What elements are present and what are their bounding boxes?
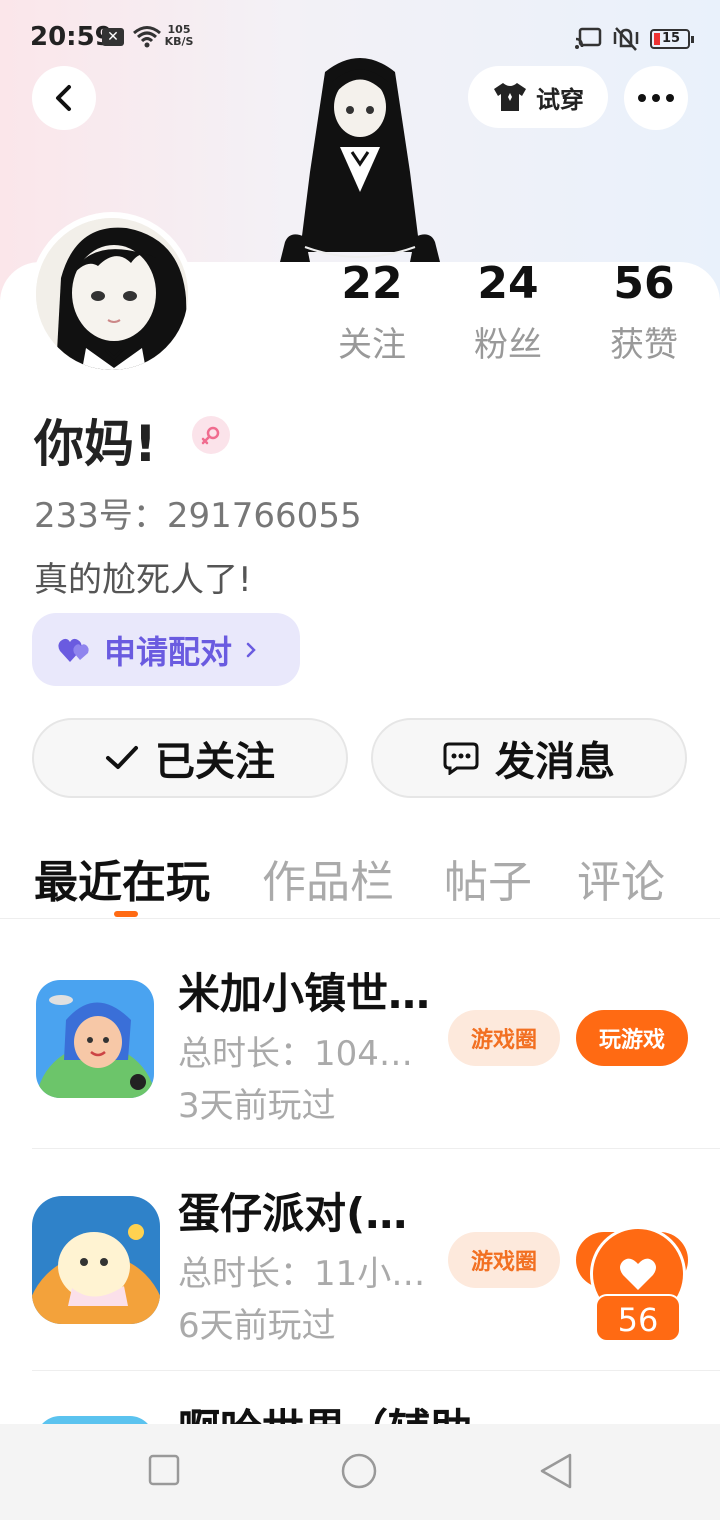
tab-recently-played[interactable]: 最近在玩 xyxy=(34,846,210,910)
send-message-label: 发消息 xyxy=(495,739,615,785)
status-time: 20:59 xyxy=(30,22,113,52)
tab-comments[interactable]: 评论 xyxy=(577,846,665,910)
system-nav-bar xyxy=(0,1424,720,1520)
fans-label: 粉丝 xyxy=(474,325,542,365)
female-gender-icon xyxy=(192,416,230,454)
game-circle-button[interactable]: 游戏圈 xyxy=(448,1232,560,1288)
vibrate-icon xyxy=(613,27,639,51)
game-duration: 总时长：104… xyxy=(178,1034,413,1074)
message-bubble-icon xyxy=(443,742,479,775)
heart-icon xyxy=(620,1258,656,1290)
user-id: 233号：291766055 xyxy=(34,496,362,536)
divider xyxy=(32,1370,720,1371)
game-last-played: 6天前玩过 xyxy=(178,1306,336,1346)
shirt-icon xyxy=(494,83,526,111)
game-duration: 总时长：11小… xyxy=(178,1254,426,1294)
tab-works[interactable]: 作品栏 xyxy=(262,846,394,910)
active-tab-indicator xyxy=(114,911,138,917)
followed-button[interactable]: 已关注 xyxy=(32,718,348,798)
game-icon-eggy-party[interactable] xyxy=(32,1196,160,1324)
chevron-right-icon xyxy=(246,642,256,657)
game-title: 蛋仔派对(… xyxy=(178,1189,408,1238)
recent-apps-icon[interactable] xyxy=(148,1454,180,1486)
send-message-button[interactable]: 发消息 xyxy=(371,718,687,798)
tab-posts[interactable]: 帖子 xyxy=(444,846,532,910)
floating-like-count: 56 xyxy=(595,1294,681,1342)
back-button[interactable] xyxy=(32,66,96,130)
try-on-button[interactable]: 试穿 xyxy=(468,66,608,128)
game-title: 米加小镇世… xyxy=(178,969,431,1018)
followed-label: 已关注 xyxy=(155,739,275,785)
play-game-button[interactable]: 玩游戏 xyxy=(576,1010,688,1066)
net-speed-unit: KB/S xyxy=(164,35,194,48)
following-count: 22 xyxy=(341,258,403,309)
list-item[interactable]: 米加小镇世… 总时长：104… 3天前玩过 游戏圈 玩游戏 xyxy=(0,930,720,1152)
likes-count: 56 xyxy=(613,258,675,309)
wifi-icon xyxy=(133,26,161,48)
fans-stat[interactable]: 24 粉丝 xyxy=(448,258,568,366)
fans-count: 24 xyxy=(477,258,539,309)
divider xyxy=(32,1148,720,1149)
notification-x-icon: ✕ xyxy=(102,28,124,46)
request-pair-label: 申请配对 xyxy=(104,632,233,671)
game-icon-miga-town[interactable] xyxy=(36,980,154,1098)
request-pair-button[interactable]: 申请配对 xyxy=(32,613,300,686)
game-last-played: 3天前玩过 xyxy=(178,1086,336,1126)
following-stat[interactable]: 22 关注 xyxy=(312,258,432,366)
username: 你妈! xyxy=(34,415,157,473)
try-on-label: 试穿 xyxy=(536,85,584,114)
chevron-left-icon xyxy=(56,85,71,111)
profile-tabs: 最近在玩 作品栏 帖子 评论 xyxy=(34,846,714,916)
cast-icon xyxy=(575,27,602,49)
avatar-figure-illustration xyxy=(280,58,440,262)
likes-stat[interactable]: 56 获赞 xyxy=(584,258,704,366)
bio: 真的尬死人了! xyxy=(34,560,252,600)
more-button[interactable] xyxy=(624,66,688,130)
following-label: 关注 xyxy=(338,325,406,365)
check-icon xyxy=(106,746,138,769)
hearts-icon xyxy=(58,638,89,662)
avatar-illustration xyxy=(36,218,188,370)
divider xyxy=(0,918,720,919)
likes-label: 获赞 xyxy=(610,325,678,365)
back-triangle-icon[interactable] xyxy=(538,1452,574,1490)
more-dots-icon xyxy=(638,94,674,102)
game-circle-button[interactable]: 游戏圈 xyxy=(448,1010,560,1066)
avatar[interactable] xyxy=(30,212,194,376)
status-right-icons: 15 xyxy=(574,26,694,52)
net-speed: 105 KB/S xyxy=(164,24,194,48)
battery-icon: 15 xyxy=(650,29,694,49)
home-icon[interactable] xyxy=(340,1452,378,1490)
